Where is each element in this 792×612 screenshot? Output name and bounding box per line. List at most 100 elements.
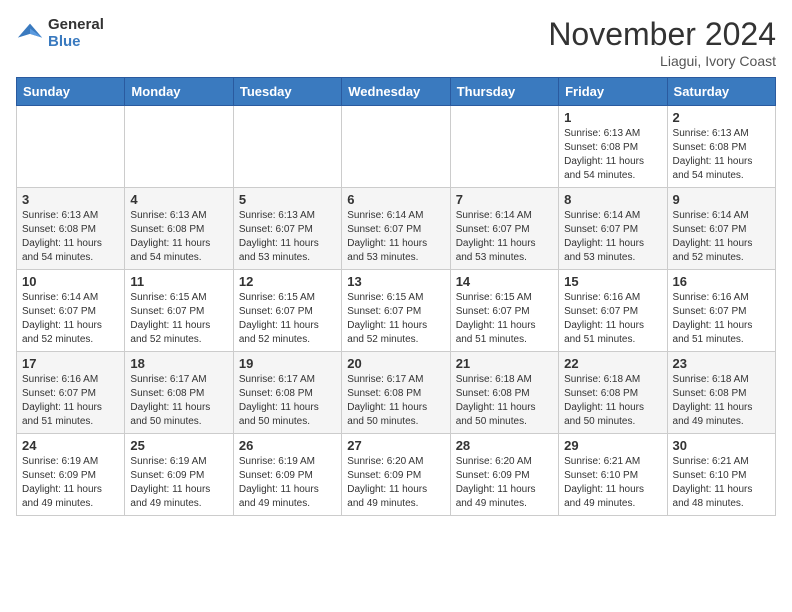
day-number: 24 (22, 438, 119, 453)
cell-info: Sunrise: 6:15 AMSunset: 6:07 PMDaylight:… (130, 291, 227, 347)
calendar-cell: 10 Sunrise: 6:14 AMSunset: 6:07 PMDayligh… (17, 270, 125, 352)
calendar-cell: 7Sunrise: 6:14 AMSunset: 6:07 PMDaylight… (450, 188, 558, 270)
cell-info: Sunrise: 6:17 AMSunset: 6:08 PMDaylight:… (130, 373, 227, 429)
cell-info: Sunrise: 6:14 AMSunset: 6:07 PMDaylight:… (347, 209, 444, 265)
calendar-cell: 4Sunrise: 6:13 AMSunset: 6:08 PMDaylight… (125, 188, 233, 270)
calendar-cell: 8 Sunrise: 6:14 AMSunset: 6:07 PMDaylight… (559, 188, 667, 270)
day-header-thursday: Thursday (450, 78, 558, 106)
calendar-cell: 17 Sunrise: 6:16 AMSunset: 6:07 PMDayligh… (17, 352, 125, 434)
day-number: 10 (22, 274, 119, 289)
cell-info: Sunrise: 6:19 AMSunset: 6:09 PMDaylight:… (130, 455, 227, 511)
day-number: 2 (673, 110, 770, 125)
calendar-cell (342, 106, 450, 188)
cell-info: Sunrise: 6:18 AMSunset: 6:08 PMDaylight:… (564, 373, 661, 429)
calendar-cell: 29 Sunrise: 6:21 AMSunset: 6:10 PMDayligh… (559, 434, 667, 516)
logo: General Blue (16, 16, 104, 50)
day-number: 26 (239, 438, 336, 453)
calendar-week-5: 24 Sunrise: 6:19 AMSunset: 6:09 PMDayligh… (17, 434, 776, 516)
calendar-cell: 22 Sunrise: 6:18 AMSunset: 6:08 PMDayligh… (559, 352, 667, 434)
cell-info: Sunrise: 6:18 AMSunset: 6:08 PMDaylight:… (673, 373, 770, 429)
day-number: 28 (456, 438, 553, 453)
day-header-wednesday: Wednesday (342, 78, 450, 106)
calendar-cell: 23 Sunrise: 6:18 AMSunset: 6:08 PMDayligh… (667, 352, 775, 434)
calendar-cell: 14 Sunrise: 6:15 AMSunset: 6:07 PMDayligh… (450, 270, 558, 352)
day-header-monday: Monday (125, 78, 233, 106)
day-number: 11 (130, 274, 227, 289)
cell-info: Sunrise: 6:19 AMSunset: 6:09 PMDaylight:… (239, 455, 336, 511)
calendar-week-4: 17 Sunrise: 6:16 AMSunset: 6:07 PMDayligh… (17, 352, 776, 434)
logo-icon (16, 19, 44, 47)
calendar-cell: 18Sunrise: 6:17 AMSunset: 6:08 PMDayligh… (125, 352, 233, 434)
title-area: November 2024 Liagui, Ivory Coast (548, 16, 776, 69)
cell-info: Sunrise: 6:19 AMSunset: 6:09 PMDaylight:… (22, 455, 119, 511)
cell-info: Sunrise: 6:13 AMSunset: 6:07 PMDaylight:… (239, 209, 336, 265)
day-number: 21 (456, 356, 553, 371)
calendar-cell: 6 Sunrise: 6:14 AMSunset: 6:07 PMDaylight… (342, 188, 450, 270)
calendar-cell: 25 Sunrise: 6:19 AMSunset: 6:09 PMDayligh… (125, 434, 233, 516)
day-number: 20 (347, 356, 444, 371)
day-number: 29 (564, 438, 661, 453)
cell-info: Sunrise: 6:16 AMSunset: 6:07 PMDaylight:… (22, 373, 119, 429)
month-title: November 2024 (548, 16, 776, 53)
day-number: 13 (347, 274, 444, 289)
calendar-cell: 16 Sunrise: 6:16 AMSunset: 6:07 PMDayligh… (667, 270, 775, 352)
header-row: SundayMondayTuesdayWednesdayThursdayFrid… (17, 78, 776, 106)
day-number: 5 (239, 192, 336, 207)
calendar-cell: 3 Sunrise: 6:13 AMSunset: 6:08 PMDaylight… (17, 188, 125, 270)
cell-info: Sunrise: 6:17 AMSunset: 6:08 PMDaylight:… (239, 373, 336, 429)
cell-info: Sunrise: 6:14 AMSunset: 6:07 PMDaylight:… (22, 291, 119, 347)
day-number: 27 (347, 438, 444, 453)
calendar-cell: 21 Sunrise: 6:18 AMSunset: 6:08 PMDayligh… (450, 352, 558, 434)
calendar-cell: 19 Sunrise: 6:17 AMSunset: 6:08 PMDayligh… (233, 352, 341, 434)
calendar-cell: 11 Sunrise: 6:15 AMSunset: 6:07 PMDayligh… (125, 270, 233, 352)
cell-info: Sunrise: 6:13 AMSunset: 6:08 PMDaylight:… (130, 209, 227, 265)
day-number: 22 (564, 356, 661, 371)
calendar-cell: 15 Sunrise: 6:16 AMSunset: 6:07 PMDayligh… (559, 270, 667, 352)
cell-info: Sunrise: 6:15 AMSunset: 6:07 PMDaylight:… (456, 291, 553, 347)
day-number: 14 (456, 274, 553, 289)
calendar-table: SundayMondayTuesdayWednesdayThursdayFrid… (16, 77, 776, 516)
calendar-cell: 1Sunrise: 6:13 AMSunset: 6:08 PMDaylight… (559, 106, 667, 188)
day-number: 6 (347, 192, 444, 207)
cell-info: Sunrise: 6:16 AMSunset: 6:07 PMDaylight:… (673, 291, 770, 347)
day-header-sunday: Sunday (17, 78, 125, 106)
calendar-week-1: 1Sunrise: 6:13 AMSunset: 6:08 PMDaylight… (17, 106, 776, 188)
cell-info: Sunrise: 6:21 AMSunset: 6:10 PMDaylight:… (564, 455, 661, 511)
day-number: 16 (673, 274, 770, 289)
cell-info: Sunrise: 6:13 AMSunset: 6:08 PMDaylight:… (564, 127, 661, 183)
logo-text: General Blue (48, 16, 104, 50)
calendar-cell: 26 Sunrise: 6:19 AMSunset: 6:09 PMDayligh… (233, 434, 341, 516)
calendar-cell: 5 Sunrise: 6:13 AMSunset: 6:07 PMDaylight… (233, 188, 341, 270)
cell-info: Sunrise: 6:14 AMSunset: 6:07 PMDaylight:… (564, 209, 661, 265)
cell-info: Sunrise: 6:17 AMSunset: 6:08 PMDaylight:… (347, 373, 444, 429)
day-header-saturday: Saturday (667, 78, 775, 106)
day-number: 17 (22, 356, 119, 371)
cell-info: Sunrise: 6:18 AMSunset: 6:08 PMDaylight:… (456, 373, 553, 429)
calendar-cell: 9Sunrise: 6:14 AMSunset: 6:07 PMDaylight… (667, 188, 775, 270)
calendar-cell (125, 106, 233, 188)
calendar-cell: 2Sunrise: 6:13 AMSunset: 6:08 PMDaylight… (667, 106, 775, 188)
calendar-week-3: 10 Sunrise: 6:14 AMSunset: 6:07 PMDayligh… (17, 270, 776, 352)
calendar-cell (450, 106, 558, 188)
calendar-cell: 30Sunrise: 6:21 AMSunset: 6:10 PMDayligh… (667, 434, 775, 516)
day-number: 19 (239, 356, 336, 371)
cell-info: Sunrise: 6:15 AMSunset: 6:07 PMDaylight:… (347, 291, 444, 347)
cell-info: Sunrise: 6:13 AMSunset: 6:08 PMDaylight:… (22, 209, 119, 265)
cell-info: Sunrise: 6:20 AMSunset: 6:09 PMDaylight:… (347, 455, 444, 511)
day-number: 9 (673, 192, 770, 207)
day-number: 3 (22, 192, 119, 207)
day-number: 8 (564, 192, 661, 207)
cell-info: Sunrise: 6:16 AMSunset: 6:07 PMDaylight:… (564, 291, 661, 347)
calendar-cell: 20 Sunrise: 6:17 AMSunset: 6:08 PMDayligh… (342, 352, 450, 434)
day-number: 12 (239, 274, 336, 289)
calendar-cell (233, 106, 341, 188)
day-number: 23 (673, 356, 770, 371)
day-header-friday: Friday (559, 78, 667, 106)
calendar-cell: 24 Sunrise: 6:19 AMSunset: 6:09 PMDayligh… (17, 434, 125, 516)
calendar-week-2: 3 Sunrise: 6:13 AMSunset: 6:08 PMDaylight… (17, 188, 776, 270)
location-subtitle: Liagui, Ivory Coast (548, 53, 776, 69)
header: General Blue November 2024 Liagui, Ivory… (16, 16, 776, 69)
day-number: 15 (564, 274, 661, 289)
day-number: 25 (130, 438, 227, 453)
cell-info: Sunrise: 6:20 AMSunset: 6:09 PMDaylight:… (456, 455, 553, 511)
